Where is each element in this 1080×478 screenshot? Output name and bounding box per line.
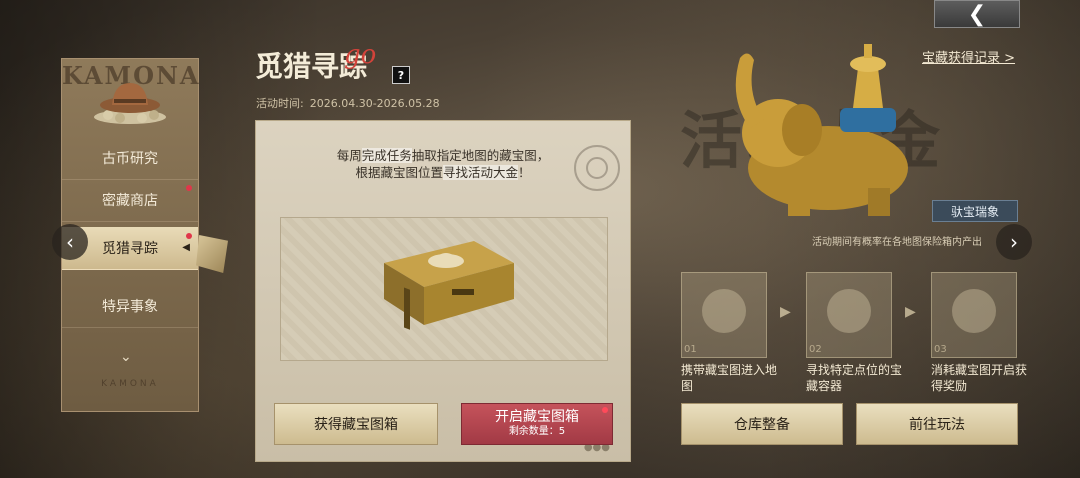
remaining-count: 剩余数量：5: [508, 426, 566, 437]
desc-text: 抽取指定地图的藏宝图，: [411, 148, 550, 163]
chevron-right-icon: ›: [1010, 230, 1018, 254]
sidebar-item-label: 觅猎寻踪: [102, 241, 158, 257]
desc-highlight: 寻找活动大金: [442, 165, 518, 180]
chevron-down-icon[interactable]: ⌄: [120, 349, 132, 365]
desc-text: 每周: [336, 148, 362, 163]
go-play-button[interactable]: 前往玩法: [856, 403, 1018, 445]
notification-dot: [186, 185, 192, 191]
notification-dot: [186, 233, 192, 239]
step-label-3: 消耗藏宝图开启获得奖励: [931, 363, 1028, 393]
desc-highlight: 完成任务: [361, 148, 412, 163]
notification-dot: [602, 407, 608, 413]
step-number: 03: [934, 344, 947, 355]
event-title-suffix: go: [344, 40, 377, 70]
sidebar-item-hidden-shop[interactable]: 密藏商店: [62, 179, 198, 222]
desc-text: 根据藏宝图位置: [355, 165, 443, 180]
step-card-3: 03: [931, 272, 1017, 358]
drop-notice: 活动期间有概率在各地图保险箱内产出: [812, 237, 982, 248]
step-number: 02: [809, 344, 822, 355]
step-label-1: 携带藏宝图进入地图: [681, 363, 778, 393]
map-search-icon: [827, 289, 871, 333]
sidebar-item-anomaly[interactable]: 特异事象: [62, 285, 198, 328]
step-number: 01: [684, 344, 697, 355]
treasure-name-badge: 驮宝瑞象: [932, 200, 1018, 222]
desc-text: ！: [518, 165, 531, 180]
sidebar-item-label: 密藏商店: [102, 193, 158, 209]
hat-coins-icon: [94, 83, 166, 124]
get-chest-button[interactable]: 获得藏宝图箱: [274, 403, 438, 445]
sidebar-item-label: 特异事象: [102, 299, 158, 315]
step-card-1: 01: [681, 272, 767, 358]
sidebar-footer: KAMONA: [101, 379, 159, 389]
back-arrow-icon: ❮: [967, 1, 987, 27]
back-button[interactable]: ❮: [934, 0, 1020, 28]
map-scroll-icon: [702, 289, 746, 333]
open-chest-button[interactable]: 开启藏宝图箱 剩余数量：5: [461, 403, 613, 445]
prev-arrow-button[interactable]: ‹: [52, 224, 88, 260]
help-icon[interactable]: ?: [392, 66, 410, 84]
next-arrow-button[interactable]: ›: [996, 224, 1032, 260]
map-reward-icon: [952, 289, 996, 333]
step-arrow-icon: ▶: [780, 304, 791, 320]
step-label-2: 寻找特定点位的宝藏容器: [806, 363, 903, 393]
time-value: 2026.04.30-2026.05.28: [309, 97, 440, 110]
chevron-left-icon: ‹: [66, 230, 74, 254]
warehouse-button[interactable]: 仓库整备: [681, 403, 843, 445]
time-label: 活动时间:: [256, 97, 304, 110]
sidebar-item-label: 古币研究: [102, 151, 158, 167]
active-arrow-icon: ◀: [182, 242, 190, 253]
step-arrow-icon: ▶: [905, 304, 916, 320]
sidebar-item-coin-research[interactable]: 古币研究: [62, 137, 198, 180]
treasure-record-link[interactable]: 宝藏获得记录 >: [922, 47, 1015, 66]
golden-elephant-icon: [735, 44, 908, 216]
step-card-2: 02: [806, 272, 892, 358]
treasure-chest-icon[interactable]: [364, 233, 522, 331]
open-chest-label: 开启藏宝图箱: [495, 409, 579, 425]
event-time: 活动时间: 2026.04.30-2026.05.28: [256, 95, 440, 111]
stamp-icon: [574, 145, 620, 191]
